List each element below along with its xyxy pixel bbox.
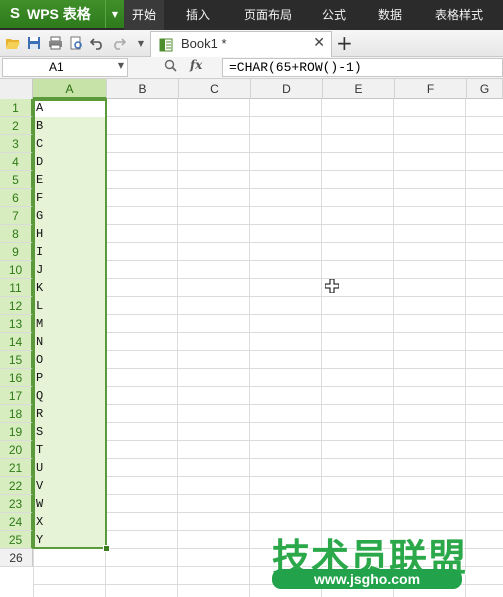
column-header-a[interactable]: A xyxy=(33,79,107,99)
cell-a18[interactable]: R xyxy=(36,405,43,423)
cell-a8[interactable]: H xyxy=(36,225,43,243)
selected-range-a1-a25[interactable] xyxy=(33,99,107,549)
cell-a1[interactable]: A xyxy=(36,99,43,117)
row-header-13[interactable]: 13 xyxy=(0,315,33,333)
tab-table-style[interactable]: 表格样式 xyxy=(426,0,492,30)
spreadsheet-file-icon xyxy=(159,37,173,52)
spreadsheet-grid: A B C D E F G 1 2 3 4 5 6 7 8 9 10 11 12 13 14 15 16 17 1… xyxy=(0,79,503,597)
function-fx-icon[interactable]: fx xyxy=(190,58,202,72)
active-cell-a1[interactable] xyxy=(35,101,105,117)
tab-formulas[interactable]: 公式 xyxy=(314,0,354,30)
name-box-value: A1 xyxy=(49,60,64,74)
search-icon[interactable] xyxy=(164,59,177,75)
column-header-g[interactable]: G xyxy=(467,79,503,99)
site-watermark: 技术员联盟 www.jsgho.com xyxy=(272,527,503,597)
document-tab-label: Book1 * xyxy=(181,36,227,51)
row-header-12[interactable]: 12 xyxy=(0,297,33,315)
tab-page-layout[interactable]: 页面布局 xyxy=(236,0,300,30)
quick-access-toolbar: ▼ Book1 * ✕ + xyxy=(0,30,503,57)
cell-a23[interactable]: W xyxy=(36,495,43,513)
column-header-d[interactable]: D xyxy=(251,79,323,99)
row-header-24[interactable]: 24 xyxy=(0,513,33,531)
cell-a13[interactable]: M xyxy=(36,315,43,333)
cell-a10[interactable]: J xyxy=(36,261,43,279)
cell-a24[interactable]: X xyxy=(36,513,43,531)
cell-a2[interactable]: B xyxy=(36,117,43,135)
cell-a3[interactable]: C xyxy=(36,135,43,153)
cell-a14[interactable]: N xyxy=(36,333,43,351)
chevron-down-icon[interactable]: ▼ xyxy=(105,0,124,28)
row-header-16[interactable]: 16 xyxy=(0,369,33,387)
row-header-4[interactable]: 4 xyxy=(0,153,33,171)
save-icon[interactable] xyxy=(25,34,43,52)
wps-logo-icon: S xyxy=(9,5,20,22)
print-icon[interactable] xyxy=(46,34,64,52)
cell-a21[interactable]: U xyxy=(36,459,43,477)
fill-handle[interactable] xyxy=(103,545,110,552)
tab-data[interactable]: 数据 xyxy=(370,0,410,30)
redo-icon[interactable] xyxy=(110,34,128,52)
cell-a17[interactable]: Q xyxy=(36,387,43,405)
row-header-3[interactable]: 3 xyxy=(0,135,33,153)
select-all-corner[interactable] xyxy=(0,79,33,100)
row-header-17[interactable]: 17 xyxy=(0,387,33,405)
print-preview-icon[interactable] xyxy=(67,34,85,52)
tab-insert[interactable]: 插入 xyxy=(176,0,220,30)
cell-a6[interactable]: F xyxy=(36,189,43,207)
row-header-15[interactable]: 15 xyxy=(0,351,33,369)
row-header-11[interactable]: 11 xyxy=(0,279,33,297)
cell-a22[interactable]: V xyxy=(36,477,43,495)
cell-a7[interactable]: G xyxy=(36,207,43,225)
tab-start[interactable]: 开始 xyxy=(124,0,164,30)
app-title: WPS 表格 xyxy=(27,6,91,22)
document-tab[interactable]: Book1 * ✕ xyxy=(150,31,332,57)
column-header-e[interactable]: E xyxy=(323,79,395,99)
row-header-19[interactable]: 19 xyxy=(0,423,33,441)
row-header-20[interactable]: 20 xyxy=(0,441,33,459)
customize-toolbar-icon[interactable]: ▼ xyxy=(132,34,150,52)
cell-a4[interactable]: D xyxy=(36,153,43,171)
row-header-21[interactable]: 21 xyxy=(0,459,33,477)
open-folder-icon[interactable] xyxy=(4,34,22,52)
cell-a11[interactable]: K xyxy=(36,279,43,297)
cell-a25[interactable]: Y xyxy=(36,531,43,549)
row-header-8[interactable]: 8 xyxy=(0,225,33,243)
row-header-6[interactable]: 6 xyxy=(0,189,33,207)
row-header-25[interactable]: 25 xyxy=(0,531,33,549)
row-header-7[interactable]: 7 xyxy=(0,207,33,225)
column-header-f[interactable]: F xyxy=(395,79,467,99)
undo-icon[interactable] xyxy=(88,34,106,52)
cell-a12[interactable]: L xyxy=(36,297,43,315)
name-box[interactable]: A1 ▼ xyxy=(2,58,128,77)
cell-a9[interactable]: I xyxy=(36,243,43,261)
close-icon[interactable]: ✕ xyxy=(313,35,325,51)
cell-a16[interactable]: P xyxy=(36,369,43,387)
formula-text: =CHAR(65+ROW()-1) xyxy=(229,60,362,75)
chevron-down-icon[interactable]: ▼ xyxy=(118,61,124,70)
cell-cursor-icon xyxy=(324,278,340,294)
row-header-26[interactable]: 26 xyxy=(0,549,33,567)
row-header-23[interactable]: 23 xyxy=(0,495,33,513)
cell-a20[interactable]: T xyxy=(36,441,43,459)
row-header-10[interactable]: 10 xyxy=(0,261,33,279)
row-header-14[interactable]: 14 xyxy=(0,333,33,351)
formula-input[interactable]: =CHAR(65+ROW()-1) xyxy=(222,58,503,77)
row-header-9[interactable]: 9 xyxy=(0,243,33,261)
watermark-url: www.jsgho.com xyxy=(272,569,462,589)
row-header-5[interactable]: 5 xyxy=(0,171,33,189)
column-header-b[interactable]: B xyxy=(107,79,179,99)
new-tab-plus-icon[interactable]: + xyxy=(336,32,353,54)
app-menu-button[interactable]: S WPS 表格 ▼ xyxy=(0,0,124,28)
row-header-22[interactable]: 22 xyxy=(0,477,33,495)
cell-a15[interactable]: O xyxy=(36,351,43,369)
formula-bar: A1 ▼ fx =CHAR(65+ROW()-1) xyxy=(0,57,503,79)
cell-a5[interactable]: E xyxy=(36,171,43,189)
menu-bar: S WPS 表格 ▼ 开始 插入 页面布局 公式 数据 表格样式 xyxy=(0,0,503,30)
row-header-18[interactable]: 18 xyxy=(0,405,33,423)
row-header-2[interactable]: 2 xyxy=(0,117,33,135)
row-header-1[interactable]: 1 xyxy=(0,99,33,117)
column-header-c[interactable]: C xyxy=(179,79,251,99)
cell-a19[interactable]: S xyxy=(36,423,43,441)
